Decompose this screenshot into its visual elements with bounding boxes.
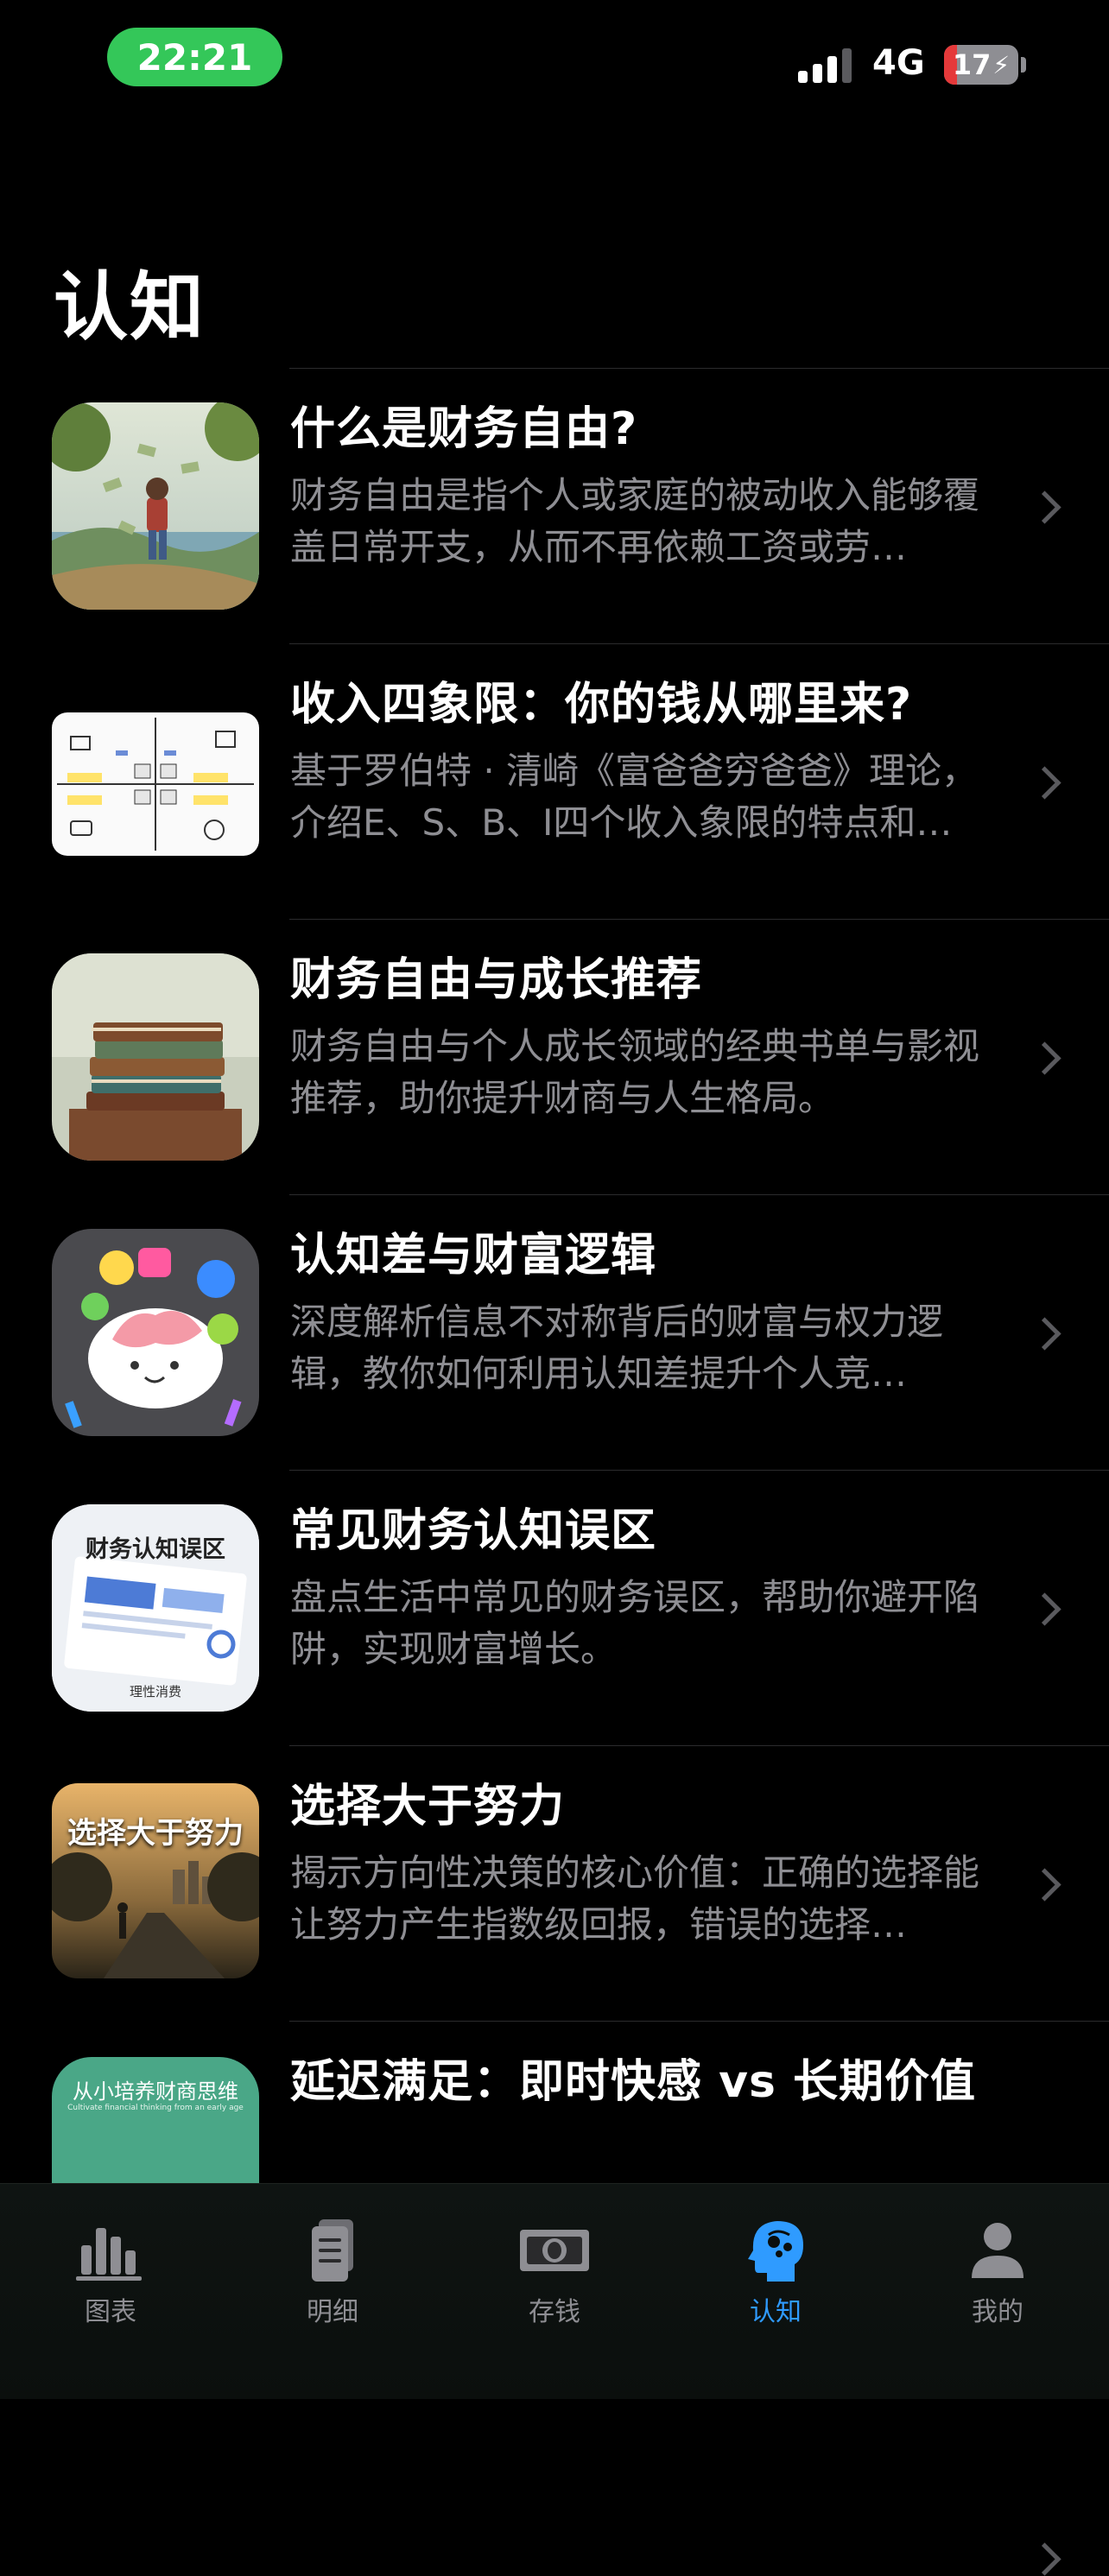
article-title: 财务自由与成长推荐 [290, 954, 703, 1006]
banknote-icon [516, 2216, 593, 2285]
document-list-icon [295, 2216, 371, 2285]
tab-label: 明细 [307, 2297, 358, 2327]
thumbnail-caption: 从小培养财商思维 [73, 2079, 238, 2104]
article-title: 认知差与财富逻辑 [290, 1230, 657, 1282]
article-thumbnail [52, 1229, 259, 1436]
brain-head-icon [738, 2216, 814, 2285]
thumbnail-subcaption: 理性消费 [129, 1684, 181, 1699]
status-time[interactable]: 22:21 [107, 28, 282, 86]
page-title: 认知 [54, 264, 206, 351]
battery-cap [1021, 57, 1026, 73]
thumbnail-caption: 选择大于努力 [67, 1816, 244, 1851]
battery-icon: 17 ⚡ [944, 45, 1018, 85]
article-row-choice-over-effort[interactable]: 选择大于努力 选择大于努力 揭示方向性决策的核心价值：正确的选择能让努力产生指数… [0, 1745, 1109, 2021]
cellular-signal-icon [798, 45, 859, 83]
chevron-right-icon [1028, 491, 1061, 524]
thumbnail-caption: 财务认知误区 [86, 1536, 225, 1563]
article-title: 延迟满足：即时快感 vs 长期价值 [290, 2056, 977, 2108]
article-row-financial-freedom[interactable]: 什么是财务自由? 财务自由是指个人或家庭的被动收入能够覆盖日常开支，从而不再依赖… [0, 368, 1109, 643]
charging-bolt-icon: ⚡ [992, 50, 1011, 79]
row-separator [289, 1470, 1109, 1471]
article-thumbnail: 选择大于努力 [52, 1783, 259, 1978]
tab-label: 图表 [85, 2297, 136, 2327]
article-thumbnail [52, 953, 259, 1161]
chevron-right-icon [1028, 1592, 1061, 1626]
article-title: 选择大于努力 [290, 1781, 566, 1832]
article-description: 基于罗伯特 · 清崎《富爸爸穷爸爸》理论，介绍E、S、B、I四个收入象限的特点和… [290, 750, 979, 844]
tab-savings[interactable]: 存钱 [477, 2200, 632, 2330]
article-title: 什么是财务自由? [290, 403, 638, 455]
tab-cognition[interactable]: 认知 [698, 2200, 853, 2330]
article-description: 财务自由与个人成长领域的经典书单与影视推荐，助你提升财商与人生格局。 [290, 1025, 980, 1119]
article-row-growth-recommendations[interactable]: 财务自由与成长推荐 财务自由与个人成长领域的经典书单与影视推荐，助你提升财商与人… [0, 919, 1109, 1194]
tab-label: 存钱 [529, 2297, 580, 2327]
article-description: 盘点生活中常见的财务误区，帮助你避开陷阱，实现财富增长。 [290, 1576, 980, 1670]
row-separator [289, 643, 1109, 644]
tab-bar: 图表 明细 存钱 认知 我的 [0, 2183, 1109, 2399]
article-thumbnail [52, 712, 259, 856]
article-description: 深度解析信息不对称背后的财富与权力逻辑，教你如何利用认知差提升个人竞… [290, 1301, 944, 1395]
tab-details[interactable]: 明细 [255, 2200, 410, 2330]
article-description: 财务自由是指个人或家庭的被动收入能够覆盖日常开支，从而不再依赖工资或劳… [290, 474, 980, 568]
tab-label: 我的 [972, 2297, 1023, 2327]
article-thumbnail [52, 402, 259, 610]
person-icon [960, 2216, 1036, 2285]
article-row-income-quadrants[interactable]: 收入四象限：你的钱从哪里来? 基于罗伯特 · 清崎《富爸爸穷爸爸》理论，介绍E、… [0, 643, 1109, 919]
row-separator [289, 2021, 1109, 2022]
tab-profile[interactable]: 我的 [920, 2200, 1075, 2330]
thumbnail-subcaption: Cultivate financial thinking from an ear… [67, 2104, 244, 2112]
battery-level: 17 [952, 48, 992, 81]
article-row-finance-misconceptions[interactable]: 财务认知误区 理性消费 常见财务认知误区 盘点生活中常见的财务误区，帮助你避开陷… [0, 1470, 1109, 1745]
tab-chart[interactable]: 图表 [33, 2200, 188, 2330]
status-bar: 22:21 4G 17 ⚡ [0, 0, 1109, 121]
article-title: 常见财务认知误区 [290, 1505, 657, 1557]
row-separator [289, 919, 1109, 920]
article-thumbnail: 财务认知误区 理性消费 [52, 1504, 259, 1712]
network-type: 4G [872, 43, 925, 83]
chevron-right-icon [1028, 766, 1061, 800]
row-separator [289, 1194, 1109, 1195]
row-separator [289, 1745, 1109, 1746]
row-separator [289, 368, 1109, 369]
chevron-right-icon [1028, 1041, 1061, 1075]
bar-chart-icon [73, 2216, 149, 2285]
chevron-right-icon [1028, 2542, 1061, 2576]
article-title: 收入四象限：你的钱从哪里来? [290, 679, 913, 731]
article-description: 揭示方向性决策的核心价值：正确的选择能让努力产生指数级回报，错误的选择… [290, 1851, 980, 1946]
article-row-cognitive-gap[interactable]: 认知差与财富逻辑 深度解析信息不对称背后的财富与权力逻辑，教你如何利用认知差提升… [0, 1194, 1109, 1470]
tab-label: 认知 [750, 2297, 802, 2327]
chevron-right-icon [1028, 1317, 1061, 1351]
chevron-right-icon [1028, 1868, 1061, 1902]
